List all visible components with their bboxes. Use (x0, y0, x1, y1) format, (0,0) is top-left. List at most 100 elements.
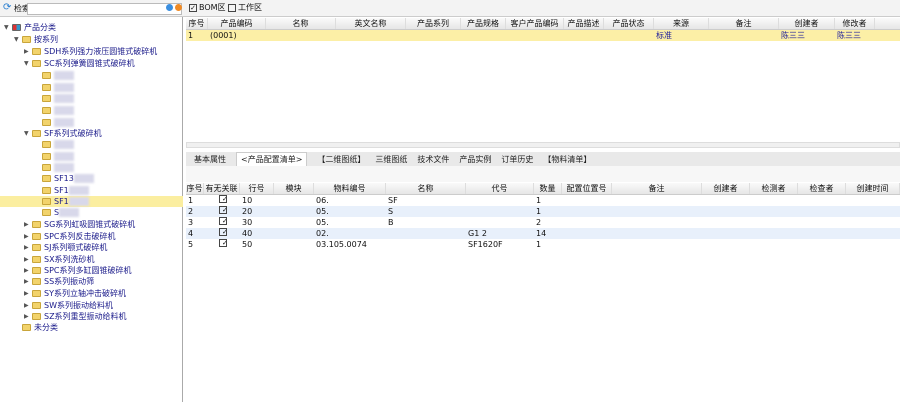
tree-node[interactable]: 未分类 (14, 322, 58, 333)
column-header[interactable]: 物料编号 (314, 183, 386, 194)
column-header[interactable]: 检测者 (750, 183, 798, 194)
tree-node[interactable]: ▼ 按系列 (14, 34, 58, 45)
collapse-arrow-icon[interactable]: ▶ (24, 265, 32, 276)
tab-3[interactable]: 三维图纸 (375, 154, 407, 165)
tree-node[interactable] (34, 117, 74, 128)
tab-7[interactable]: 【物料清单】 (543, 154, 591, 165)
collapse-arrow-icon[interactable]: ▶ (24, 219, 32, 230)
tab-4[interactable]: 技术文件 (417, 154, 449, 165)
column-header[interactable]: 序号 (186, 183, 204, 194)
column-header[interactable]: 行号 (240, 183, 274, 194)
tree-node[interactable] (34, 151, 74, 162)
collapse-arrow-icon[interactable]: ▶ (24, 231, 32, 242)
table-cell (612, 195, 702, 206)
tree-node[interactable] (34, 70, 74, 81)
search-input[interactable] (27, 3, 182, 15)
column-header[interactable]: 有无关联 (204, 183, 240, 194)
tree-node[interactable]: ▼ SC系列弹簧圆锥式破碎机 (24, 58, 135, 69)
workspace-checkbox[interactable] (228, 4, 236, 12)
column-header[interactable]: 产品状态 (604, 18, 654, 29)
table-row[interactable]: 1 ✓ 10 06. SF 1 (186, 195, 900, 206)
column-header[interactable]: 产品规格 (461, 18, 506, 29)
tree-node[interactable]: ▶ SPC系列多缸圆锥破碎机 (24, 265, 132, 276)
column-header[interactable]: 产品编码 (208, 18, 266, 29)
column-header[interactable]: 创建者 (702, 183, 750, 194)
column-header[interactable]: 修改者 (835, 18, 875, 29)
column-header[interactable]: 创建者 (779, 18, 835, 29)
tree-node[interactable]: ▶ SX系列洗砂机 (24, 254, 95, 265)
tree-node[interactable]: S (34, 207, 80, 218)
tree-node[interactable] (34, 105, 74, 116)
checkbox[interactable]: ✓ (219, 228, 227, 236)
linked-checkbox-cell[interactable]: ✓ (204, 239, 240, 250)
table-row[interactable]: 5 ✓ 50 03.105.0074 SF1620F 1 (186, 239, 900, 250)
tree-node[interactable]: SF1 (34, 185, 89, 196)
tab-5[interactable]: 产品实例 (459, 154, 491, 165)
tree-node[interactable] (34, 93, 74, 104)
column-header[interactable]: 名称 (386, 183, 466, 194)
checkbox[interactable]: ✓ (219, 239, 227, 247)
column-header[interactable]: 产品系列 (406, 18, 461, 29)
tree-node[interactable] (34, 162, 74, 173)
checkbox[interactable]: ✓ (219, 217, 227, 225)
horizontal-scrollbar[interactable] (186, 142, 900, 148)
column-header[interactable]: 代号 (466, 183, 534, 194)
column-header[interactable]: 客户产品编码 (506, 18, 564, 29)
bom-checkbox[interactable]: ✓ (189, 4, 197, 12)
tree-node[interactable]: ▶ SW系列振动给料机 (24, 300, 113, 311)
column-header[interactable]: 序号 (186, 18, 208, 29)
expand-arrow-icon[interactable]: ▼ (14, 34, 22, 45)
collapse-arrow-icon[interactable]: ▶ (24, 300, 32, 311)
column-header[interactable]: 备注 (612, 183, 702, 194)
expand-arrow-icon[interactable]: ▼ (24, 58, 32, 69)
column-header[interactable]: 英文名称 (336, 18, 406, 29)
collapse-arrow-icon[interactable]: ▶ (24, 254, 32, 265)
tree-node[interactable] (34, 139, 74, 150)
tree-node[interactable]: ▼ SF系列式破碎机 (24, 128, 102, 139)
search-go-icon[interactable] (166, 4, 173, 11)
collapse-arrow-icon[interactable]: ▶ (24, 288, 32, 299)
linked-checkbox-cell[interactable]: ✓ (204, 228, 240, 239)
collapse-arrow-icon[interactable]: ▶ (24, 46, 32, 57)
tab-2[interactable]: 【二维图纸】 (317, 154, 365, 165)
collapse-arrow-icon[interactable]: ▶ (24, 242, 32, 253)
column-header[interactable]: 模块 (274, 183, 314, 194)
column-header[interactable]: 检查者 (798, 183, 846, 194)
tree-node[interactable]: ▼ 产品分类 (4, 22, 56, 33)
table-row[interactable]: 2 ✓ 20 05. S 1 (186, 206, 900, 217)
tab-0[interactable]: 基本属性 (194, 154, 226, 165)
column-header[interactable]: 创建时间 (846, 183, 900, 194)
tree-node[interactable] (34, 82, 74, 93)
tab-6[interactable]: 订单历史 (501, 154, 533, 165)
linked-checkbox-cell[interactable]: ✓ (204, 206, 240, 217)
column-header[interactable]: 名称 (266, 18, 336, 29)
tab-1[interactable]: <产品配置清单> (236, 152, 308, 166)
expand-arrow-icon[interactable]: ▼ (4, 22, 12, 33)
checkbox[interactable]: ✓ (219, 206, 227, 214)
tree-node[interactable]: ▶ SY系列立轴冲击破碎机 (24, 288, 126, 299)
column-header[interactable]: 配置位置号 (562, 183, 612, 194)
expand-arrow-icon[interactable]: ▼ (24, 128, 32, 139)
refresh-icon[interactable]: ⟳ (3, 2, 11, 13)
tree-node[interactable]: ▶ SS系列振动筛 (24, 276, 94, 287)
column-header[interactable]: 备注 (709, 18, 779, 29)
collapse-arrow-icon[interactable]: ▶ (24, 311, 32, 322)
tree-node[interactable]: ▶ SZ系列重型振动给料机 (24, 311, 127, 322)
tree-node[interactable]: ▶ SG系列虹吸圆锥式破碎机 (24, 219, 135, 230)
linked-checkbox-cell[interactable]: ✓ (204, 217, 240, 228)
column-header[interactable]: 来源 (654, 18, 709, 29)
collapse-arrow-icon[interactable]: ▶ (24, 276, 32, 287)
clear-icon[interactable] (175, 4, 182, 11)
table-row[interactable]: 1 (0001) 标准 陈三三 陈三三 (186, 30, 900, 41)
tree-node[interactable]: ▶ SDH系列强力液压圆锥式破碎机 (24, 46, 157, 57)
checkbox[interactable]: ✓ (219, 195, 227, 203)
column-header[interactable]: 产品描述 (564, 18, 604, 29)
tree-node[interactable]: ▶ SJ系列颚式破碎机 (24, 242, 107, 253)
table-row[interactable]: 4 ✓ 40 02. G1 2 14 (186, 228, 900, 239)
linked-checkbox-cell[interactable]: ✓ (204, 195, 240, 206)
table-row[interactable]: 3 ✓ 30 05. B 2 (186, 217, 900, 228)
tree-node[interactable]: SF1 (0, 196, 183, 207)
tree-node[interactable]: ▶ SPC系列反击破碎机 (24, 231, 116, 242)
column-header[interactable]: 数量 (534, 183, 562, 194)
tree-node[interactable]: SF13 (34, 173, 94, 184)
